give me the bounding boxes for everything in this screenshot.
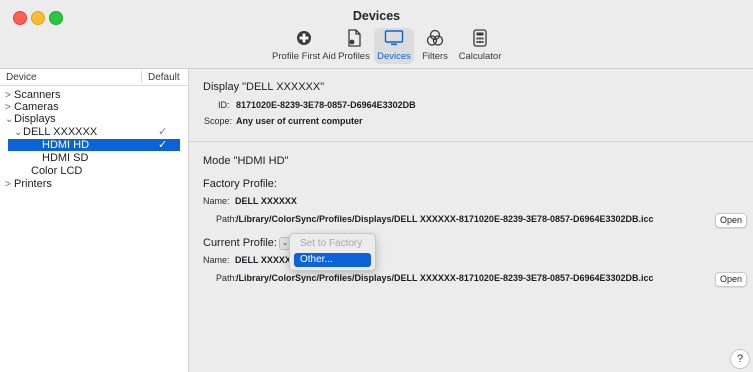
sidebar-item-hdmi-hd[interactable]: HDMI HD ✓ [8, 139, 180, 151]
mode-title: Mode "HDMI HD" [203, 155, 289, 167]
id-value: 8171020E-8239-3E78-0857-D6964E3302DB [236, 100, 416, 110]
toolbar-filters[interactable]: Filters [418, 28, 452, 64]
toolbar-label: Filters [422, 51, 448, 62]
profiles-icon [336, 28, 372, 48]
id-label: ID: [218, 100, 230, 110]
current-name-label: Name: [203, 255, 230, 265]
sidebar-item-cameras[interactable]: > Cameras [0, 101, 185, 113]
menu-item-set-to-factory[interactable]: Set to Factory [294, 237, 371, 251]
display-title: Display "DELL XXXXXX" [203, 81, 325, 93]
first-aid-icon [266, 28, 342, 48]
scope-value: Any user of current computer [236, 116, 363, 126]
toolbar-label: Profiles [338, 51, 370, 62]
factory-path-value: /Library/ColorSync/Profiles/Displays/DEL… [236, 214, 654, 224]
toolbar-label: Calculator [458, 51, 502, 62]
help-button[interactable]: ? [730, 349, 750, 369]
window-toolbar: Devices Profile First Aid Profiles Devic… [0, 0, 753, 69]
sidebar-item-label: HDMI SD [42, 152, 89, 164]
current-profile-menu: Set to Factory Other... [289, 233, 376, 271]
devices-window: Devices Profile First Aid Profiles Devic… [0, 0, 753, 372]
current-name-value: DELL XXXXX [235, 255, 291, 265]
sidebar-item-label: Color LCD [31, 165, 83, 177]
scope-label: Scope: [204, 116, 233, 126]
factory-name-value: DELL XXXXXX [235, 196, 297, 206]
disclosure-arrow-icon[interactable]: > [5, 179, 14, 191]
display-icon [374, 28, 414, 48]
current-path-label: Path: [216, 273, 238, 283]
default-check-icon: ✓ [158, 126, 168, 138]
sidebar-item-label: Cameras [14, 101, 59, 113]
chevron-down-icon: ⌄ [282, 240, 288, 247]
sidebar-item-color-lcd[interactable]: Color LCD [0, 165, 211, 177]
device-detail-panel: Display "DELL XXXXXX" ID: 8171020E-8239-… [189, 69, 753, 372]
sidebar-header: Device Default [0, 69, 188, 86]
calculator-icon [456, 28, 504, 48]
toolbar-calculator[interactable]: Calculator [456, 28, 504, 64]
disclosure-arrow-icon[interactable]: ⌄ [5, 114, 14, 126]
factory-profile-label: Factory Profile: [203, 178, 277, 190]
default-check-icon: ✓ [158, 139, 168, 151]
sidebar-item-label: Scanners [14, 89, 61, 101]
toolbar-profiles[interactable]: Profiles [336, 28, 372, 64]
toolbar-label: Devices [377, 51, 411, 62]
column-divider [141, 71, 142, 83]
device-sidebar: Device Default > Scanners > Cameras ⌄Displ… [0, 69, 189, 372]
display-info-section: Display "DELL XXXXXX" ID: 8171020E-8239-… [189, 69, 753, 142]
column-header-device[interactable]: Device [6, 72, 37, 83]
sidebar-item-label: Displays [14, 113, 56, 125]
current-profile-label: Current Profile: [203, 237, 277, 249]
sidebar-item-dell-display[interactable]: ⌄DELL XXXXXX ✓ [0, 126, 194, 138]
sidebar-item-label: DELL XXXXXX [23, 126, 98, 138]
current-open-button[interactable]: Open [715, 272, 747, 287]
column-header-default[interactable]: Default [148, 72, 180, 83]
menu-item-other[interactable]: Other... [294, 253, 371, 267]
factory-open-button[interactable]: Open [715, 213, 747, 228]
disclosure-arrow-icon[interactable]: ⌄ [14, 127, 23, 139]
toolbar-devices[interactable]: Devices [374, 28, 414, 64]
sidebar-item-label: Printers [14, 178, 52, 190]
mode-section: Mode "HDMI HD" Factory Profile: Name: DE… [189, 142, 753, 372]
factory-path-label: Path: [216, 214, 238, 224]
toolbar-label: Profile First Aid [272, 51, 336, 62]
factory-name-label: Name: [203, 196, 230, 206]
filters-icon [418, 28, 452, 48]
toolbar-profile-first-aid[interactable]: Profile First Aid [266, 28, 342, 64]
window-title: Devices [352, 9, 401, 23]
sidebar-item-displays[interactable]: ⌄Displays [0, 113, 185, 125]
sidebar-item-scanners[interactable]: > Scanners [0, 89, 185, 101]
sidebar-item-printers[interactable]: > Printers [0, 178, 185, 190]
sidebar-item-label: HDMI HD [42, 139, 90, 151]
current-path-value: /Library/ColorSync/Profiles/Displays/DEL… [236, 273, 654, 283]
